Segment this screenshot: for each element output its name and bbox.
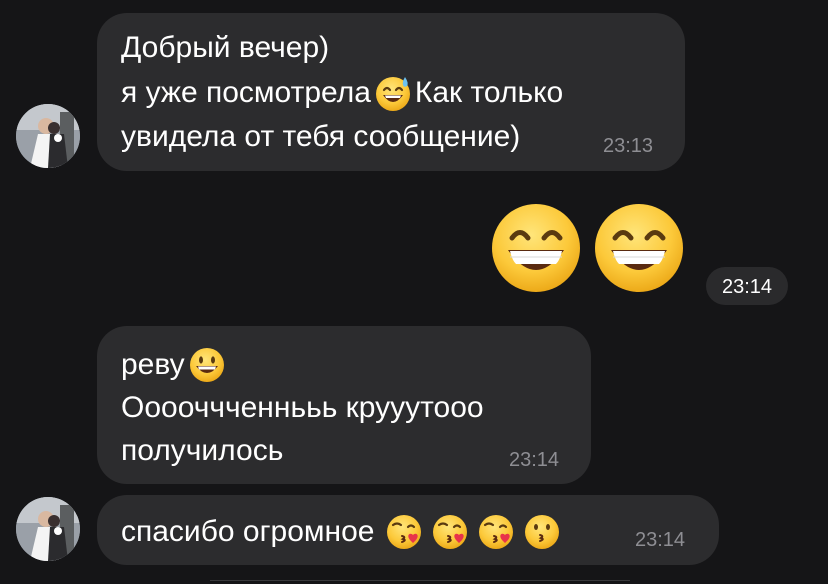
kissing-heart-icon — [384, 512, 424, 552]
grinning-emoji-icon — [593, 202, 685, 294]
message-1-line-3: увидела от тебя сообщение) — [121, 120, 521, 153]
message-3-line-3: получилось — [121, 434, 284, 467]
message-3-text-a: реву — [121, 348, 185, 381]
message-bubble-3[interactable]: реву Ооооччченнььь крууутооо получилось … — [97, 326, 591, 484]
avatar-photo — [16, 104, 80, 168]
message-4-text: спасибо огромное — [121, 515, 375, 548]
message-3-time: 23:14 — [509, 449, 560, 471]
sweat-smile-icon — [373, 73, 413, 113]
kissing-heart-icon — [430, 512, 470, 552]
message-4-line-1: спасибо огромное — [121, 512, 562, 552]
message-2-time-pill: 23:14 — [706, 267, 788, 305]
divider — [210, 580, 630, 581]
message-3-line-2: Ооооччченнььь крууутооо — [121, 391, 484, 424]
message-3-line-1: реву — [121, 345, 227, 385]
message-1-line-1: Добрый вечер) — [121, 31, 330, 64]
message-1-time: 23:13 — [603, 135, 654, 157]
message-bubble-1[interactable]: Добрый вечер) я уже посмотрела Как тольк… — [97, 13, 685, 171]
message-1-text-b: Как только — [414, 76, 564, 109]
avatar-photo — [16, 497, 80, 561]
contact-avatar[interactable] — [16, 104, 80, 168]
message-1-line-2: я уже посмотрела Как только — [121, 73, 563, 113]
contact-avatar[interactable] — [16, 497, 80, 561]
message-1-text-a: я уже посмотрела — [121, 76, 371, 109]
message-2-time: 23:14 — [721, 276, 773, 298]
message-bubble-4[interactable]: спасибо огромное 23:14 — [97, 495, 719, 565]
smiley-icon — [187, 345, 227, 385]
message-4-time: 23:14 — [635, 529, 686, 551]
kissing-heart-icon — [476, 512, 516, 552]
grinning-emoji-icon — [490, 202, 582, 294]
kissing-icon — [522, 512, 562, 552]
